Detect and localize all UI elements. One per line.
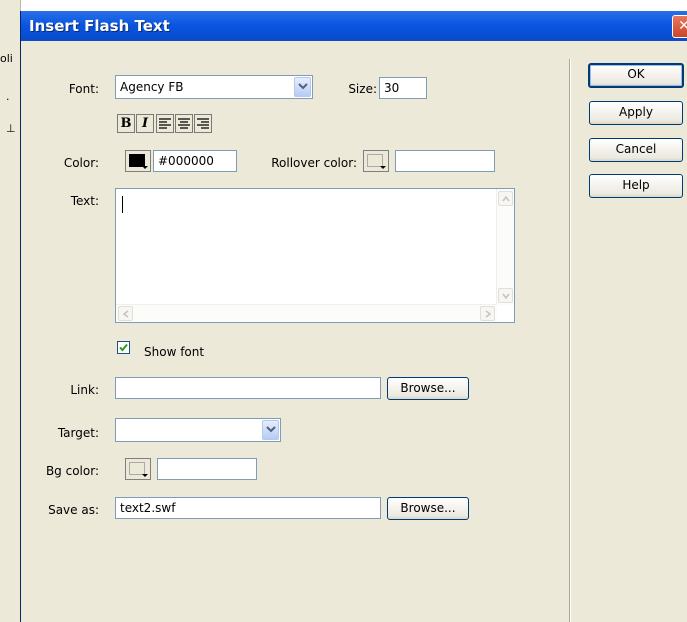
rollover-color-picker[interactable] bbox=[363, 150, 389, 172]
background-window-edge: oli · ⊥ bbox=[0, 0, 21, 622]
text-cursor bbox=[122, 196, 123, 213]
align-left-button[interactable] bbox=[156, 114, 174, 133]
chevron-down-icon bbox=[266, 426, 276, 433]
size-input-value: 30 bbox=[384, 81, 400, 95]
align-right-button[interactable] bbox=[194, 114, 212, 133]
background-text-fragment: · bbox=[6, 93, 10, 106]
scroll-left-button[interactable] bbox=[118, 306, 133, 321]
save-as-browse-button[interactable]: Browse... bbox=[387, 497, 469, 520]
vertical-separator bbox=[569, 59, 571, 622]
insert-flash-text-dialog: Insert Flash Text ✕ Font: Agency FB Size… bbox=[20, 11, 687, 622]
vertical-scrollbar[interactable] bbox=[496, 189, 514, 305]
format-toolbar: B I bbox=[117, 114, 227, 133]
color-picker-arrow-icon bbox=[142, 166, 148, 169]
link-label: Link: bbox=[70, 383, 99, 397]
size-input[interactable]: 30 bbox=[379, 77, 427, 99]
text-color-picker[interactable] bbox=[125, 150, 151, 172]
font-select[interactable]: Agency FB bbox=[115, 75, 313, 99]
arrow-left-icon bbox=[123, 310, 129, 318]
color-label: Color: bbox=[63, 156, 99, 170]
arrow-down-icon bbox=[502, 293, 510, 299]
align-center-icon bbox=[178, 118, 190, 129]
color-hex-input[interactable]: #000000 bbox=[153, 150, 237, 172]
help-button[interactable]: Help bbox=[589, 174, 683, 198]
arrow-right-icon bbox=[485, 310, 491, 318]
cancel-label: Cancel bbox=[615, 142, 657, 156]
size-label: Size: bbox=[348, 82, 377, 96]
align-left-icon bbox=[159, 118, 171, 129]
show-font-label[interactable]: Show font bbox=[144, 345, 204, 359]
rollover-color-input[interactable] bbox=[395, 150, 495, 172]
target-select[interactable] bbox=[115, 418, 281, 442]
color-picker-arrow-icon bbox=[380, 166, 386, 169]
close-icon: ✕ bbox=[678, 18, 687, 34]
dialog-title: Insert Flash Text bbox=[29, 17, 170, 35]
bg-color-input[interactable] bbox=[157, 458, 257, 480]
align-center-button[interactable] bbox=[175, 114, 193, 133]
link-browse-button[interactable]: Browse... bbox=[387, 377, 469, 400]
apply-button[interactable]: Apply bbox=[589, 101, 683, 125]
ok-label: OK bbox=[627, 67, 645, 81]
italic-button[interactable]: I bbox=[136, 114, 154, 133]
ok-button[interactable]: OK bbox=[588, 63, 684, 88]
color-picker-arrow-icon bbox=[142, 474, 148, 477]
arrow-up-icon bbox=[502, 196, 510, 202]
rollover-color-label: Rollover color: bbox=[271, 156, 357, 170]
target-dropdown-arrow[interactable] bbox=[262, 420, 279, 440]
save-as-input[interactable]: text2.swf bbox=[115, 497, 381, 519]
close-button[interactable]: ✕ bbox=[672, 15, 687, 38]
apply-label: Apply bbox=[619, 105, 653, 119]
show-font-checkbox[interactable] bbox=[117, 341, 130, 354]
bg-color-label: Bg color: bbox=[45, 464, 99, 478]
save-as-input-value: text2.swf bbox=[120, 501, 176, 515]
link-browse-label: Browse... bbox=[400, 381, 456, 395]
font-label: Font: bbox=[68, 82, 99, 96]
background-text-fragment: oli bbox=[0, 52, 13, 65]
scroll-down-button[interactable] bbox=[498, 288, 513, 303]
save-as-browse-label: Browse... bbox=[400, 501, 456, 515]
italic-label: I bbox=[141, 116, 149, 131]
link-input[interactable] bbox=[115, 377, 381, 399]
target-label: Target: bbox=[57, 426, 99, 440]
title-bar[interactable]: Insert Flash Text ✕ bbox=[21, 11, 687, 41]
text-area[interactable] bbox=[115, 188, 515, 323]
scroll-up-button[interactable] bbox=[498, 191, 513, 206]
font-select-value: Agency FB bbox=[120, 80, 184, 94]
help-label: Help bbox=[622, 178, 650, 192]
scroll-right-button[interactable] bbox=[480, 306, 495, 321]
checkmark-icon bbox=[119, 343, 128, 352]
bold-button[interactable]: B bbox=[117, 114, 135, 133]
save-as-label: Save as: bbox=[48, 503, 99, 517]
chevron-down-icon bbox=[298, 83, 308, 90]
align-right-icon bbox=[197, 118, 209, 129]
horizontal-scrollbar[interactable] bbox=[116, 304, 497, 322]
color-hex-value: #000000 bbox=[158, 154, 214, 168]
background-text-fragment: ⊥ bbox=[6, 122, 16, 135]
font-dropdown-arrow[interactable] bbox=[294, 77, 311, 97]
bg-color-picker[interactable] bbox=[125, 458, 151, 480]
bold-label: B bbox=[120, 116, 132, 131]
text-label: Text: bbox=[70, 194, 99, 208]
cancel-button[interactable]: Cancel bbox=[589, 138, 683, 162]
